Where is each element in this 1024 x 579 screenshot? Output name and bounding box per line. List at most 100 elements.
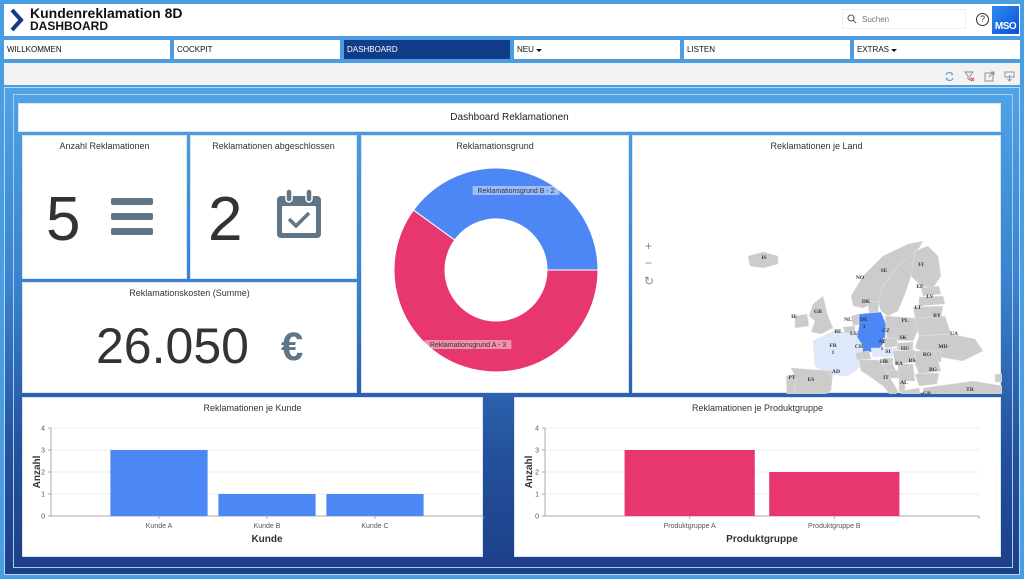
kpi-closed-title: Reklamationen abgeschlossen	[212, 141, 335, 151]
y-tick-label: 3	[535, 448, 539, 455]
country-label-it: IT	[883, 375, 889, 381]
kpi-costs-title: Reklamationskosten (Summe)	[129, 288, 250, 298]
nav-item-willkommen[interactable]: WILLKOMMEN	[4, 40, 170, 59]
country-label-ch: CH	[855, 344, 864, 350]
help-icon[interactable]: ?	[976, 13, 989, 26]
country-label-by: BY	[933, 313, 941, 319]
search-icon	[847, 14, 857, 24]
country-label-hr: HR	[880, 359, 889, 365]
country-ie	[794, 313, 810, 329]
x-tick-label: Produktgruppe A	[664, 523, 716, 530]
dashboard-toolbar	[4, 63, 1020, 85]
search-input[interactable]	[862, 14, 962, 24]
nav-item-dashboard[interactable]: DASHBOARD	[344, 40, 510, 59]
country-label-fi: FI	[918, 262, 924, 268]
nav-label: EXTRAS	[857, 45, 890, 54]
search-box[interactable]	[842, 9, 966, 29]
y-tick-label: 2	[535, 470, 539, 477]
country-value-fr: 1	[832, 350, 835, 356]
y-tick-label: 0	[41, 514, 45, 521]
list-icon	[111, 198, 153, 235]
y-tick-label: 1	[41, 492, 45, 499]
country-label-hu: HU	[901, 346, 909, 352]
y-tick-label: 4	[535, 426, 539, 433]
x-tick-label: Produktgruppe B	[808, 523, 861, 530]
country-label-de: DE	[860, 317, 868, 323]
country-label-al: AL	[900, 380, 908, 386]
country-label-pt: PT	[788, 375, 795, 381]
x-tick-label: Kunde B	[254, 523, 281, 530]
country-label-si: SI	[885, 349, 890, 355]
bar-produktgruppe-a	[624, 450, 755, 516]
bar-kunde-a	[110, 450, 208, 516]
chart-title: Reklamationsgrund	[456, 141, 534, 151]
bar-kunde-c	[326, 494, 424, 516]
y-axis-title: Anzahl	[524, 455, 535, 488]
map-panel: Reklamationen je Land + − ↻ IS NO SE FI EE LV…	[632, 135, 1002, 394]
y-axis-title: Anzahl	[32, 455, 43, 488]
euro-icon: €	[281, 325, 304, 369]
country-bg	[914, 372, 940, 387]
clear-filter-icon[interactable]	[964, 69, 975, 81]
nav-item-neu[interactable]: NEU	[514, 40, 680, 59]
refresh-icon[interactable]	[944, 69, 955, 81]
y-tick-label: 1	[535, 492, 539, 499]
nav-label: DASHBOARD	[347, 45, 398, 54]
dashboard-title: Dashboard Reklamationen	[450, 112, 569, 123]
chart-title: Reklamationen je Produktgruppe	[691, 403, 824, 413]
donut-data-label: Reklamationsgrund B - 2	[472, 186, 560, 195]
nav-label: COCKPIT	[177, 45, 213, 54]
country-value-de: 3	[863, 324, 866, 330]
country-label-is: IS	[761, 255, 766, 261]
page-subtitle: DASHBOARD	[30, 19, 108, 33]
country-label-lt: LT	[915, 305, 922, 311]
country-fi	[910, 245, 942, 289]
country-label-es: ES	[808, 377, 815, 383]
x-axis-title: Produktgruppe	[726, 534, 798, 545]
donut-data-label: Reklamationsgrund A - 3	[424, 340, 512, 349]
country-label-rs: RS	[908, 358, 915, 364]
country-label-cz: CZ	[882, 328, 890, 334]
kpi-count-value: 5	[46, 185, 81, 254]
country-label-lu: LU	[850, 331, 858, 337]
expand-icon[interactable]	[984, 69, 995, 81]
donut-label-text: Reklamationsgrund A - 3	[430, 342, 506, 349]
country-label-ba: BA	[895, 361, 903, 367]
country-label-ie: IE	[791, 314, 797, 320]
country-label-dk: DK	[862, 299, 871, 305]
x-tick-label: Kunde C	[361, 523, 388, 530]
country-by	[914, 315, 952, 337]
nav-item-cockpit[interactable]: COCKPIT	[174, 40, 340, 59]
produktgruppe-chart-panel: Reklamationen je Produktgruppe 0 1 2 3 4 Prod…	[514, 397, 1001, 557]
nav-item-extras[interactable]: EXTRAS	[854, 40, 1020, 59]
x-axis-title: Kunde	[251, 534, 283, 545]
nav-label: LISTEN	[687, 45, 716, 54]
y-tick-label: 3	[41, 448, 45, 455]
country-label-pl: PL	[901, 318, 908, 324]
country-label-ee: EE	[916, 284, 924, 290]
map-layer	[747, 240, 1002, 394]
kpi-costs-value: 26.050	[96, 318, 249, 374]
country-label-fr: FR	[829, 343, 837, 349]
country-label-md: MD	[938, 344, 947, 350]
chart-title: Reklamationen je Kunde	[203, 403, 302, 413]
nav-label: WILLKOMMEN	[7, 45, 62, 54]
country-gb	[808, 295, 834, 335]
country-label-gb: GB	[814, 309, 822, 315]
caret-down-icon	[535, 48, 542, 52]
nav-item-listen[interactable]: LISTEN	[684, 40, 850, 59]
europe-map: IS NO SE FI EELV LT DK GB IE NL DE3 BE LU PL BY CZ SK UA F…	[747, 240, 1002, 394]
kpi-count-panel: Anzahl Reklamationen 5	[22, 135, 187, 279]
country-label-at: AT	[878, 339, 886, 345]
kpi-count-title: Anzahl Reklamationen	[59, 141, 150, 151]
country-label-sk: SK	[899, 335, 907, 341]
country-label-gr: GR	[923, 391, 932, 394]
country-label-ad: AD	[832, 369, 840, 375]
country-label-tr: TR	[966, 387, 975, 393]
country-label-ro: RO	[923, 352, 932, 358]
app-header: Kundenreklamation 8D DASHBOARD ? MSO	[4, 4, 1020, 36]
bar-produktgruppe-b	[769, 472, 900, 516]
country-label-ua: UA	[950, 331, 958, 337]
download-icon[interactable]	[1004, 69, 1015, 82]
x-tick-label: Kunde A	[146, 523, 173, 530]
